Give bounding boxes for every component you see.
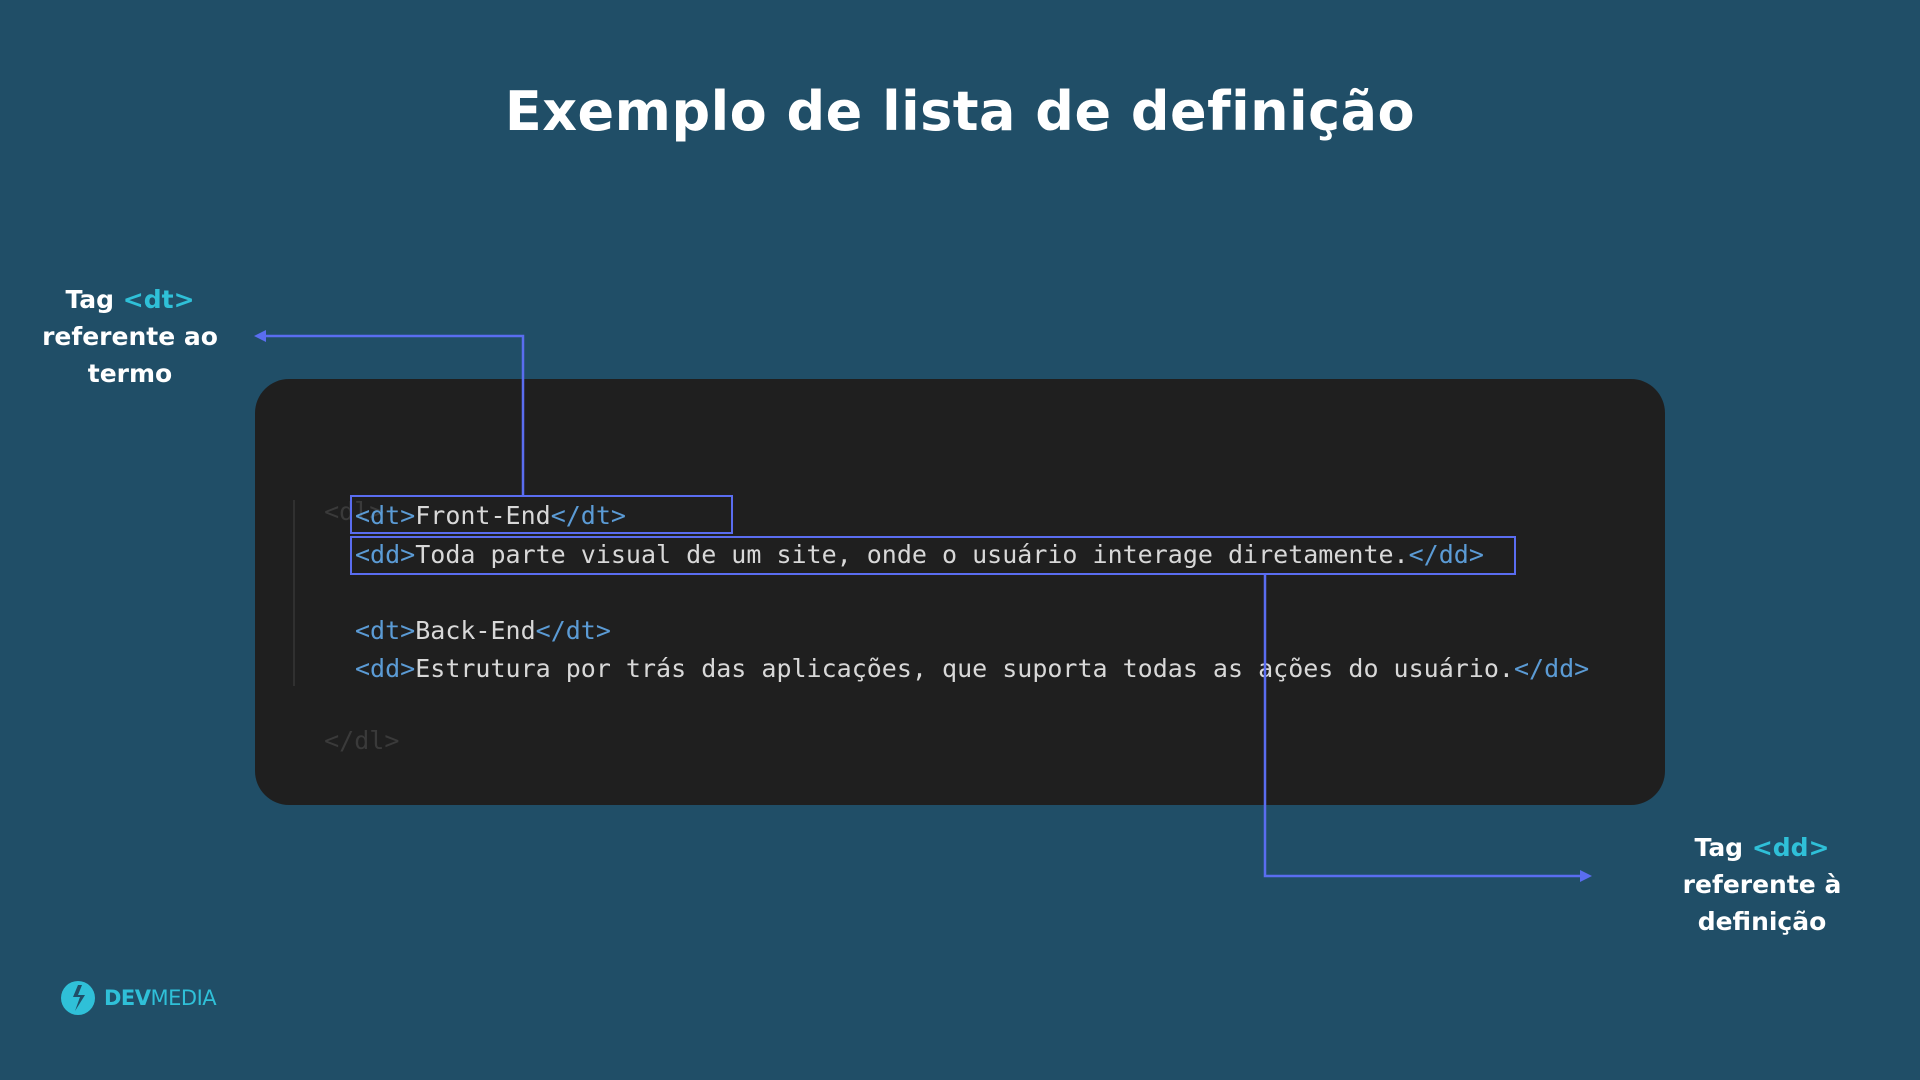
dd-annotation-line1: Tag <dd> (1662, 829, 1862, 866)
logo-text-bold: DEV (104, 986, 151, 1010)
dt-arrowhead (254, 330, 266, 342)
dd-annotation: Tag <dd> referente à definição (1662, 829, 1862, 940)
logo-text-regular: MEDIA (150, 986, 217, 1010)
dt-annotation-line2: referente ao (42, 322, 218, 351)
devmedia-logo-icon (61, 981, 95, 1015)
dd-annotation-prefix: Tag (1694, 833, 1744, 862)
dd-annotation-line3: definição (1697, 907, 1827, 936)
dd-connector-line (1263, 575, 1584, 878)
devmedia-logo-text: DEVMEDIA (104, 986, 217, 1010)
dt-connector-line (262, 334, 525, 495)
dd-arrowhead (1580, 870, 1592, 882)
dt-annotation-line1: Tag <dt> (30, 281, 230, 318)
dt-annotation-line3: termo (87, 359, 173, 388)
dd-annotation-line2: referente à (1682, 870, 1842, 899)
dt-annotation-prefix: Tag (65, 285, 115, 314)
dt-annotation: Tag <dt> referente ao termo (30, 281, 230, 392)
devmedia-logo: DEVMEDIA (60, 980, 217, 1016)
dd-annotation-tag: <dd> (1751, 833, 1830, 862)
connector-lines (254, 330, 1592, 882)
dt-annotation-tag: <dt> (122, 285, 195, 314)
